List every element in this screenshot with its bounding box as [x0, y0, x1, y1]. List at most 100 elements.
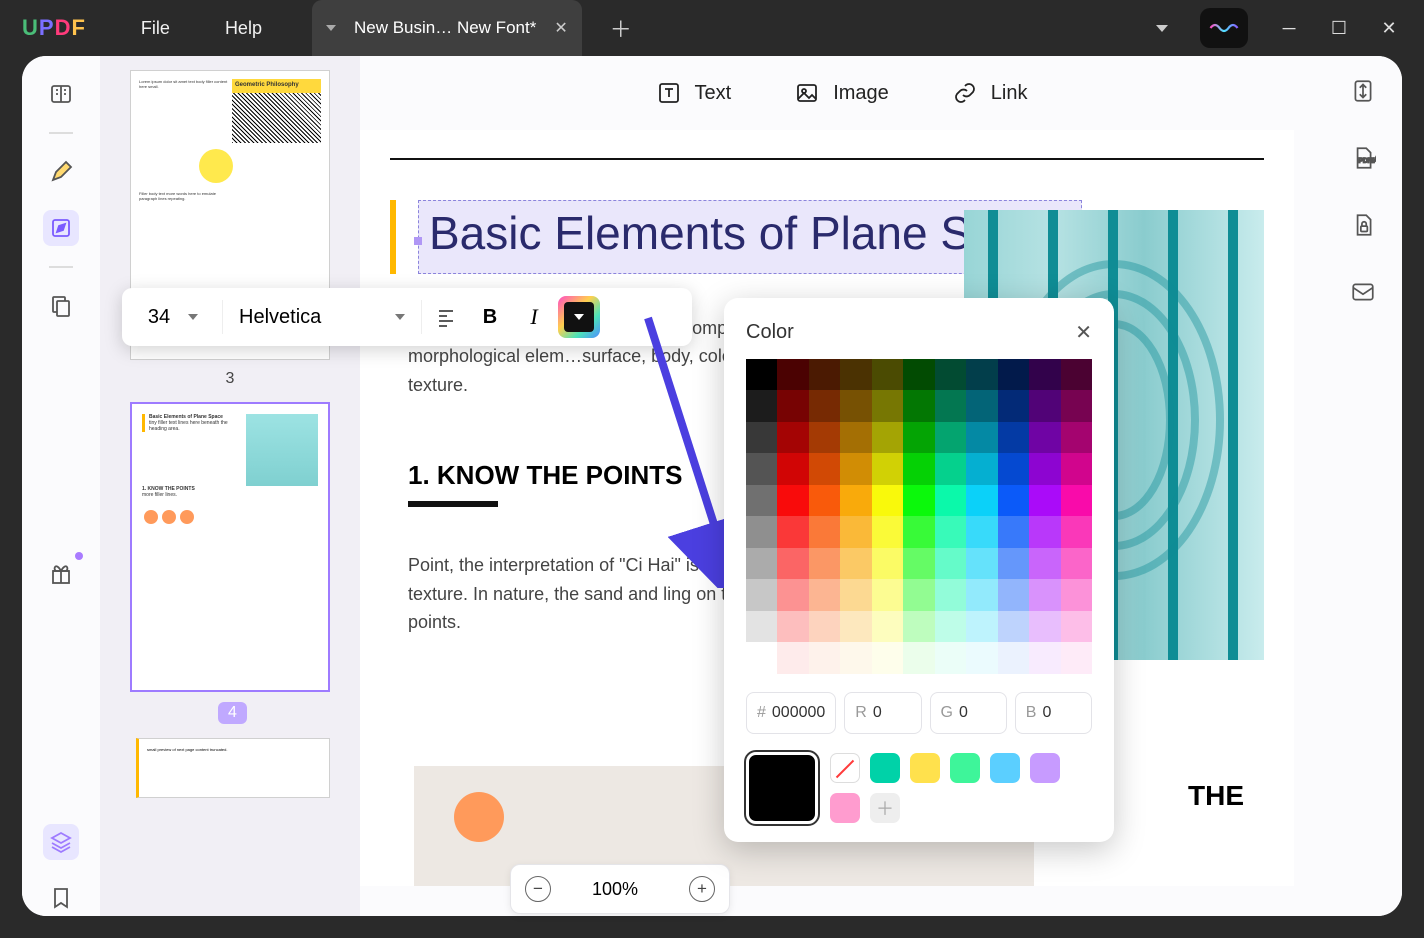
layers-button[interactable] [43, 824, 79, 860]
color-cell[interactable] [903, 422, 934, 453]
color-cell[interactable] [1061, 516, 1092, 547]
color-cell[interactable] [746, 453, 777, 484]
color-cell[interactable] [840, 516, 871, 547]
maximize-button[interactable]: ☐ [1330, 18, 1348, 39]
new-tab-button[interactable]: ＋ [610, 12, 632, 44]
color-cell[interactable] [840, 359, 871, 390]
color-cell[interactable] [840, 611, 871, 642]
color-cell[interactable] [998, 390, 1029, 421]
color-cell[interactable] [872, 548, 903, 579]
gift-button[interactable] [43, 556, 79, 592]
preset-swatch[interactable] [830, 793, 860, 823]
font-size-select[interactable]: 34 [128, 306, 218, 329]
tab-dropdown-icon[interactable] [326, 25, 336, 31]
color-cell[interactable] [809, 359, 840, 390]
color-cell[interactable] [903, 548, 934, 579]
color-cell[interactable] [998, 548, 1029, 579]
color-cell[interactable] [1061, 359, 1092, 390]
page-tools-button[interactable] [43, 288, 79, 324]
color-cell[interactable] [777, 642, 808, 673]
color-panel-close[interactable]: ✕ [1075, 320, 1092, 345]
color-cell[interactable] [935, 359, 966, 390]
color-cell[interactable] [840, 579, 871, 610]
preset-swatch[interactable] [870, 753, 900, 783]
color-cell[interactable] [966, 359, 997, 390]
color-cell[interactable] [966, 579, 997, 610]
document-tab[interactable]: New Busin… New Font* ✕ [312, 0, 582, 56]
color-cell[interactable] [840, 390, 871, 421]
color-cell[interactable] [746, 642, 777, 673]
color-cell[interactable] [746, 422, 777, 453]
color-cell[interactable] [746, 611, 777, 642]
page-thumbnail-5[interactable]: small preview of next page content trunc… [136, 738, 330, 798]
color-cell[interactable] [746, 390, 777, 421]
color-cell[interactable] [872, 485, 903, 516]
close-button[interactable]: ✕ [1380, 18, 1398, 39]
color-cell[interactable] [966, 642, 997, 673]
italic-button[interactable]: I [514, 297, 554, 337]
color-cell[interactable] [809, 422, 840, 453]
color-cell[interactable] [809, 390, 840, 421]
color-cell[interactable] [840, 642, 871, 673]
ai-assistant-button[interactable] [1200, 8, 1248, 48]
color-cell[interactable] [966, 453, 997, 484]
collapse-icon[interactable] [1156, 25, 1168, 32]
share-button[interactable] [1350, 279, 1376, 310]
color-cell[interactable] [1029, 485, 1060, 516]
align-button[interactable] [426, 297, 466, 337]
color-cell[interactable] [777, 579, 808, 610]
image-tool[interactable]: Image [795, 81, 889, 105]
hex-input[interactable]: #000000 [746, 692, 836, 734]
color-cell[interactable] [935, 548, 966, 579]
color-cell[interactable] [1061, 453, 1092, 484]
color-cell[interactable] [1029, 516, 1060, 547]
color-cell[interactable] [903, 359, 934, 390]
protect-button[interactable] [1350, 212, 1376, 243]
color-grid[interactable] [746, 359, 1092, 674]
color-cell[interactable] [777, 548, 808, 579]
link-tool[interactable]: Link [953, 81, 1028, 105]
color-cell[interactable] [809, 579, 840, 610]
color-cell[interactable] [872, 453, 903, 484]
color-cell[interactable] [935, 453, 966, 484]
color-cell[interactable] [1029, 359, 1060, 390]
color-cell[interactable] [1029, 611, 1060, 642]
color-cell[interactable] [872, 359, 903, 390]
bold-button[interactable]: B [470, 297, 510, 337]
color-cell[interactable] [1061, 642, 1092, 673]
color-cell[interactable] [935, 485, 966, 516]
color-cell[interactable] [1029, 390, 1060, 421]
color-cell[interactable] [966, 390, 997, 421]
g-input[interactable]: G0 [930, 692, 1007, 734]
font-family-select[interactable]: Helvetica [227, 306, 417, 329]
color-cell[interactable] [809, 485, 840, 516]
color-cell[interactable] [1029, 453, 1060, 484]
color-cell[interactable] [777, 453, 808, 484]
color-cell[interactable] [1029, 548, 1060, 579]
color-cell[interactable] [935, 579, 966, 610]
b-input[interactable]: B0 [1015, 692, 1092, 734]
preset-swatch[interactable] [1030, 753, 1060, 783]
color-cell[interactable] [966, 611, 997, 642]
color-cell[interactable] [809, 611, 840, 642]
color-cell[interactable] [872, 642, 903, 673]
color-cell[interactable] [746, 516, 777, 547]
zoom-out-button[interactable]: − [525, 876, 551, 902]
color-cell[interactable] [935, 642, 966, 673]
no-color-swatch[interactable] [830, 753, 860, 783]
color-cell[interactable] [1061, 579, 1092, 610]
color-cell[interactable] [935, 611, 966, 642]
color-cell[interactable] [809, 453, 840, 484]
color-cell[interactable] [777, 390, 808, 421]
color-cell[interactable] [998, 359, 1029, 390]
color-cell[interactable] [998, 579, 1029, 610]
color-cell[interactable] [998, 611, 1029, 642]
color-cell[interactable] [903, 390, 934, 421]
color-cell[interactable] [935, 422, 966, 453]
color-cell[interactable] [777, 485, 808, 516]
color-cell[interactable] [777, 611, 808, 642]
color-cell[interactable] [840, 422, 871, 453]
bookmark-button[interactable] [43, 880, 79, 916]
color-cell[interactable] [903, 453, 934, 484]
color-cell[interactable] [1029, 422, 1060, 453]
